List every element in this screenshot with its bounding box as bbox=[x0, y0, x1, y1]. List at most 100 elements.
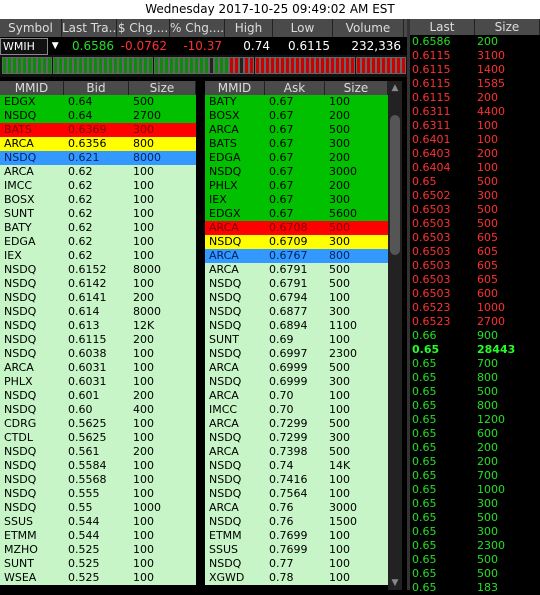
trade-row[interactable]: 0.65 500 bbox=[410, 511, 540, 525]
scroll-up-icon[interactable]: ▲ bbox=[388, 81, 402, 95]
trade-row[interactable]: 0.65 28443 bbox=[410, 343, 540, 357]
ask-row[interactable]: ARCA 0.6791 500 bbox=[205, 263, 388, 277]
trade-row[interactable]: 0.6503 500 bbox=[410, 203, 540, 217]
trade-row[interactable]: 0.6586 200 bbox=[410, 35, 540, 49]
ask-row[interactable]: NSDQ 0.6794 100 bbox=[205, 291, 388, 305]
trade-row[interactable]: 0.65 300 bbox=[410, 525, 540, 539]
ask-row[interactable]: NSDQ 0.67 3000 bbox=[205, 165, 388, 179]
scrollbar-thumb[interactable] bbox=[390, 115, 400, 255]
ts-col-size[interactable]: Size bbox=[475, 19, 540, 35]
trade-row[interactable]: 0.6404 100 bbox=[410, 161, 540, 175]
ask-row[interactable]: EDGA 0.67 200 bbox=[205, 151, 388, 165]
trade-row[interactable]: 0.6503 605 bbox=[410, 259, 540, 273]
col-header-high[interactable]: High bbox=[225, 19, 273, 37]
bid-row[interactable]: ETMM 0.544 100 bbox=[0, 529, 196, 543]
bid-row[interactable]: NSDQ 0.64 2700 bbox=[0, 109, 196, 123]
ask-row[interactable]: NSDQ 0.6709 300 bbox=[205, 235, 388, 249]
col-header-last[interactable]: Last Tra... bbox=[62, 19, 117, 37]
ask-row[interactable]: ARCA 0.67 500 bbox=[205, 123, 388, 137]
trade-row[interactable]: 0.6503 600 bbox=[410, 287, 540, 301]
trade-row[interactable]: 0.6311 4400 bbox=[410, 105, 540, 119]
bid-row[interactable]: NSDQ 0.60 400 bbox=[0, 403, 196, 417]
ask-row[interactable]: ARCA 0.6767 800 bbox=[205, 249, 388, 263]
bid-row[interactable]: NSDQ 0.613 12K bbox=[0, 319, 196, 333]
bid-row[interactable]: NSDQ 0.621 8000 bbox=[0, 151, 196, 165]
ask-row[interactable]: ARCA 0.70 100 bbox=[205, 389, 388, 403]
bid-row[interactable]: ARCA 0.6356 800 bbox=[0, 137, 196, 151]
col-header-pct-chg[interactable]: % Chg.... bbox=[170, 19, 225, 37]
ask-row[interactable]: BOSX 0.67 200 bbox=[205, 109, 388, 123]
trade-row[interactable]: 0.65 2300 bbox=[410, 539, 540, 553]
trade-row[interactable]: 0.6115 1400 bbox=[410, 63, 540, 77]
bid-row[interactable]: NSDQ 0.6141 200 bbox=[0, 291, 196, 305]
bid-row[interactable]: EDGA 0.62 100 bbox=[0, 235, 196, 249]
symbol-input[interactable]: WMIH bbox=[0, 37, 49, 55]
bid-row[interactable]: BATY 0.62 100 bbox=[0, 221, 196, 235]
bid-row[interactable]: NSDQ 0.555 100 bbox=[0, 487, 196, 501]
ask-col-mmid[interactable]: MMID bbox=[205, 81, 265, 95]
bid-row[interactable]: PHLX 0.6031 100 bbox=[0, 375, 196, 389]
trade-row[interactable]: 0.65 200 bbox=[410, 455, 540, 469]
trade-row[interactable]: 0.6311 100 bbox=[410, 119, 540, 133]
bid-row[interactable]: NSDQ 0.601 200 bbox=[0, 389, 196, 403]
ts-col-last[interactable]: Last bbox=[410, 19, 475, 35]
ask-row[interactable]: ARCA 0.7299 500 bbox=[205, 417, 388, 431]
ask-row[interactable]: ARCA 0.6999 500 bbox=[205, 361, 388, 375]
col-header-volume[interactable]: Volume bbox=[333, 19, 404, 37]
bid-row[interactable]: SUNT 0.62 100 bbox=[0, 207, 196, 221]
bid-row[interactable]: WSEA 0.525 100 bbox=[0, 571, 196, 585]
trade-row[interactable]: 0.65 300 bbox=[410, 497, 540, 511]
ask-row[interactable]: NSDQ 0.6894 1100 bbox=[205, 319, 388, 333]
trade-row[interactable]: 0.6503 605 bbox=[410, 273, 540, 287]
chevron-down-icon[interactable]: ▼ bbox=[48, 37, 62, 55]
bid-row[interactable]: CTDL 0.5625 100 bbox=[0, 431, 196, 445]
col-header-low[interactable]: Low bbox=[273, 19, 333, 37]
trade-row[interactable]: 0.66 900 bbox=[410, 329, 540, 343]
ask-row[interactable]: NSDQ 0.6877 300 bbox=[205, 305, 388, 319]
bid-row[interactable]: EDGX 0.64 500 bbox=[0, 95, 196, 109]
ask-row[interactable]: NSDQ 0.7299 300 bbox=[205, 431, 388, 445]
scroll-down-icon[interactable]: ▼ bbox=[388, 576, 402, 590]
bid-row[interactable]: MZHO 0.525 100 bbox=[0, 543, 196, 557]
ask-row[interactable]: SUNT 0.69 100 bbox=[205, 333, 388, 347]
trade-row[interactable]: 0.65 200 bbox=[410, 441, 540, 455]
col-header-chg[interactable]: $ Chg.... bbox=[117, 19, 170, 37]
trade-row[interactable]: 0.65 183 bbox=[410, 581, 540, 595]
trade-row[interactable]: 0.6503 500 bbox=[410, 217, 540, 231]
ask-col-price[interactable]: Ask bbox=[265, 81, 325, 95]
bid-row[interactable]: BOSX 0.62 100 bbox=[0, 193, 196, 207]
bid-row[interactable]: NSDQ 0.6152 8000 bbox=[0, 263, 196, 277]
ask-row[interactable]: NSDQ 0.6999 300 bbox=[205, 375, 388, 389]
bid-row[interactable]: NSDQ 0.614 8000 bbox=[0, 305, 196, 319]
bid-row[interactable]: NSDQ 0.5584 100 bbox=[0, 459, 196, 473]
ask-row[interactable]: IEX 0.67 300 bbox=[205, 193, 388, 207]
ask-row[interactable]: XGWD 0.78 100 bbox=[205, 571, 388, 585]
col-header-symbol[interactable]: Symbol bbox=[0, 19, 62, 37]
ask-row[interactable]: ARCA 0.6708 500 bbox=[205, 221, 388, 235]
trade-row[interactable]: 0.6503 605 bbox=[410, 245, 540, 259]
trade-row[interactable]: 0.65 500 bbox=[410, 385, 540, 399]
ask-row[interactable]: BATY 0.67 100 bbox=[205, 95, 388, 109]
ask-row[interactable]: BATS 0.67 300 bbox=[205, 137, 388, 151]
bid-col-size[interactable]: Size bbox=[129, 81, 196, 95]
bid-row[interactable]: IMCC 0.62 100 bbox=[0, 179, 196, 193]
trade-row[interactable]: 0.6115 200 bbox=[410, 91, 540, 105]
trade-row[interactable]: 0.65 1000 bbox=[410, 483, 540, 497]
ask-row[interactable]: ARCA 0.76 3000 bbox=[205, 501, 388, 515]
trade-row[interactable]: 0.65 500 bbox=[410, 175, 540, 189]
ask-row[interactable]: NSDQ 0.7416 100 bbox=[205, 473, 388, 487]
bid-row[interactable]: BATS 0.6369 300 bbox=[0, 123, 196, 137]
trade-row[interactable]: 0.65 800 bbox=[410, 371, 540, 385]
ask-row[interactable]: NSDQ 0.76 1500 bbox=[205, 515, 388, 529]
bid-row[interactable]: NSDQ 0.561 200 bbox=[0, 445, 196, 459]
ask-row[interactable]: NSDQ 0.7564 100 bbox=[205, 487, 388, 501]
trade-row[interactable]: 0.65 500 bbox=[410, 553, 540, 567]
bid-row[interactable]: ARCA 0.6031 100 bbox=[0, 361, 196, 375]
trade-row[interactable]: 0.6502 300 bbox=[410, 189, 540, 203]
trade-row[interactable]: 0.6523 2700 bbox=[410, 315, 540, 329]
bid-row[interactable]: IEX 0.62 100 bbox=[0, 249, 196, 263]
trade-row[interactable]: 0.6115 1585 bbox=[410, 77, 540, 91]
trade-row[interactable]: 0.6523 1000 bbox=[410, 301, 540, 315]
bid-col-mmid[interactable]: MMID bbox=[0, 81, 64, 95]
ask-scrollbar[interactable]: ▲ ▼ bbox=[388, 81, 402, 590]
